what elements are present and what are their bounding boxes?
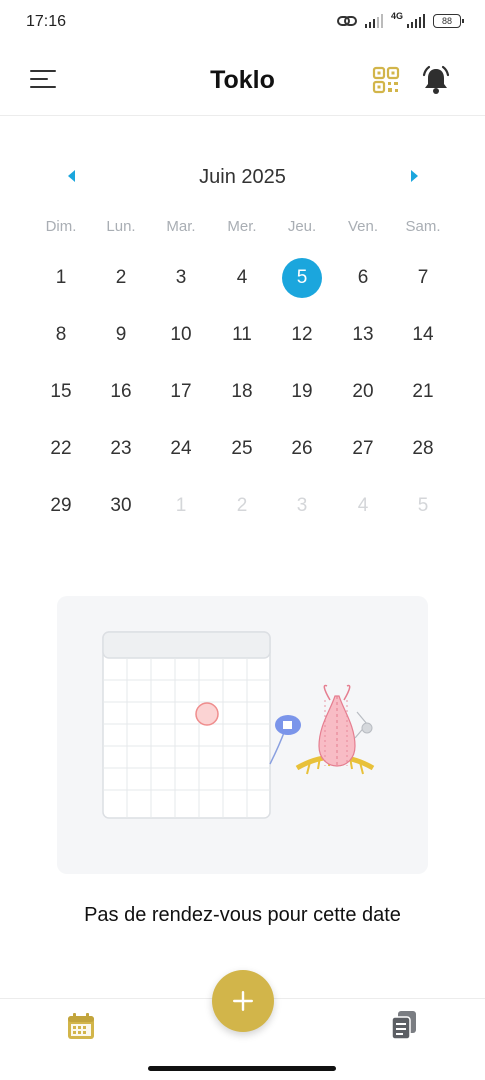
calendar-nav: Juin 2025 (0, 150, 485, 202)
calendar-day-selected[interactable]: 5 (282, 258, 322, 298)
calendar-day[interactable]: 30 (101, 486, 141, 526)
calendar: Juin 2025 Dim. Lun. Mar. Mer. Jeu. Ven. Sam. 1… (0, 150, 485, 548)
calendar-day[interactable]: 14 (403, 315, 443, 355)
weekday-label: Ven. (347, 218, 379, 235)
documents-icon[interactable] (389, 1009, 419, 1041)
calendar-day[interactable]: 4 (343, 486, 383, 526)
calendar-grid: 1 2 3 4 5 6 7 8 9 10 11 12 13 14 15 16 17 18 19 20 21 22 23 24 2… (0, 258, 485, 548)
calendar-day[interactable]: 11 (222, 315, 262, 355)
weekday-label: Mer. (227, 218, 257, 235)
calendar-day[interactable]: 27 (343, 429, 383, 469)
calendar-icon[interactable] (66, 1011, 96, 1041)
calendar-illustration (102, 631, 375, 819)
calendar-day[interactable]: 1 (41, 258, 81, 298)
calendar-day[interactable]: 6 (343, 258, 383, 298)
status-icons: 4G 88 (336, 11, 464, 29)
empty-state-message: Pas de rendez-vous pour cette date (84, 904, 401, 926)
calendar-day[interactable]: 17 (161, 372, 201, 412)
weekday-label: Dim. (45, 218, 77, 235)
signal-icon-2 (407, 13, 425, 28)
calendar-day[interactable]: 23 (101, 429, 141, 469)
calendar-day[interactable]: 4 (222, 258, 262, 298)
weekday-label: Mar. (166, 218, 196, 235)
calendar-day[interactable]: 20 (343, 372, 383, 412)
calendar-day[interactable]: 29 (41, 486, 81, 526)
calendar-day[interactable]: 7 (403, 258, 443, 298)
app-header: Toklo (0, 48, 485, 116)
calendar-day[interactable]: 25 (222, 429, 262, 469)
battery-icon: 88 (433, 13, 464, 28)
calendar-day[interactable]: 22 (41, 429, 81, 469)
plus-icon (233, 991, 253, 1011)
calendar-day[interactable]: 2 (101, 258, 141, 298)
calendar-day[interactable]: 24 (161, 429, 201, 469)
calendar-day[interactable]: 9 (101, 315, 141, 355)
status-bar: 17:16 4G 88 (0, 0, 485, 48)
network-type: 4G (390, 11, 403, 21)
calendar-day[interactable]: 12 (282, 315, 322, 355)
calendar-day[interactable]: 13 (343, 315, 383, 355)
qr-code-icon[interactable] (372, 66, 400, 94)
calendar-day[interactable]: 5 (403, 486, 443, 526)
weekday-label: Jeu. (287, 218, 317, 235)
calendar-day[interactable]: 8 (41, 315, 81, 355)
calendar-day[interactable]: 2 (222, 486, 262, 526)
calendar-day[interactable]: 28 (403, 429, 443, 469)
calendar-day[interactable]: 3 (161, 258, 201, 298)
signal-icon (364, 13, 383, 28)
battery-level: 88 (441, 15, 452, 26)
weekday-label: Lun. (106, 218, 136, 235)
app-title: Toklo (210, 66, 275, 94)
status-time: 17:16 (26, 13, 67, 30)
weekday-header: Dim. Lun. Mar. Mer. Jeu. Ven. Sam. (0, 212, 485, 258)
next-month-button[interactable] (407, 168, 421, 184)
home-indicator (148, 1066, 336, 1071)
calendar-day[interactable]: 19 (282, 372, 322, 412)
calendar-day[interactable]: 1 (161, 486, 201, 526)
weekday-label: Sam. (405, 218, 441, 235)
add-appointment-button[interactable] (212, 970, 274, 1032)
calendar-day[interactable]: 16 (101, 372, 141, 412)
calendar-day[interactable]: 10 (161, 315, 201, 355)
chevron-right-icon (410, 170, 418, 182)
calendar-day[interactable]: 18 (222, 372, 262, 412)
link-icon (336, 15, 357, 26)
empty-state-illustration (57, 596, 428, 874)
calendar-day[interactable]: 3 (282, 486, 322, 526)
calendar-day[interactable]: 15 (41, 372, 81, 412)
calendar-day[interactable]: 21 (403, 372, 443, 412)
bell-icon[interactable] (420, 64, 452, 96)
calendar-day[interactable]: 26 (282, 429, 322, 469)
